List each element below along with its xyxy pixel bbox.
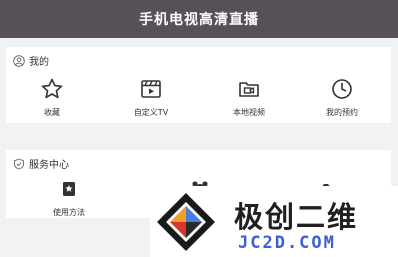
guide-book-icon	[55, 175, 83, 203]
favorites-item[interactable]: 收藏	[4, 75, 100, 118]
custom-tv-label: 自定义TV	[133, 108, 169, 117]
usage-guide-item[interactable]: 使用方法	[21, 175, 117, 218]
my-section-header: 我的	[12, 53, 49, 68]
video-folder-icon	[235, 75, 263, 103]
my-reservation-label: 我的预约	[326, 108, 358, 117]
service-section-title: 服务中心	[29, 160, 69, 171]
app-header: 手机电视高清直播	[0, 0, 398, 38]
watermark: 极创二维 JC2D.COM	[150, 186, 398, 257]
shield-check-icon	[12, 157, 25, 170]
favorites-label: 收藏	[44, 108, 60, 117]
clock-icon	[328, 75, 356, 103]
my-section-title: 我的	[29, 57, 49, 68]
star-icon	[38, 75, 66, 103]
local-video-item[interactable]: 本地视频	[201, 75, 297, 118]
service-section-header: 服务中心	[12, 156, 69, 171]
my-reservation-item[interactable]: 我的预约	[294, 75, 390, 118]
page-title: 手机电视高清直播	[139, 12, 259, 28]
watermark-top-text: 极创二维	[234, 200, 359, 234]
clapperboard-icon	[137, 75, 165, 103]
user-icon	[12, 54, 25, 67]
watermark-logo-icon	[154, 190, 218, 254]
custom-tv-item[interactable]: 自定义TV	[103, 75, 199, 118]
local-video-label: 本地视频	[233, 108, 265, 117]
my-section: 我的 收藏 自定义TV 本地视频 我的预约	[6, 47, 391, 123]
watermark-bottom-text: JC2D.COM	[238, 233, 336, 253]
usage-guide-label: 使用方法	[53, 208, 85, 217]
